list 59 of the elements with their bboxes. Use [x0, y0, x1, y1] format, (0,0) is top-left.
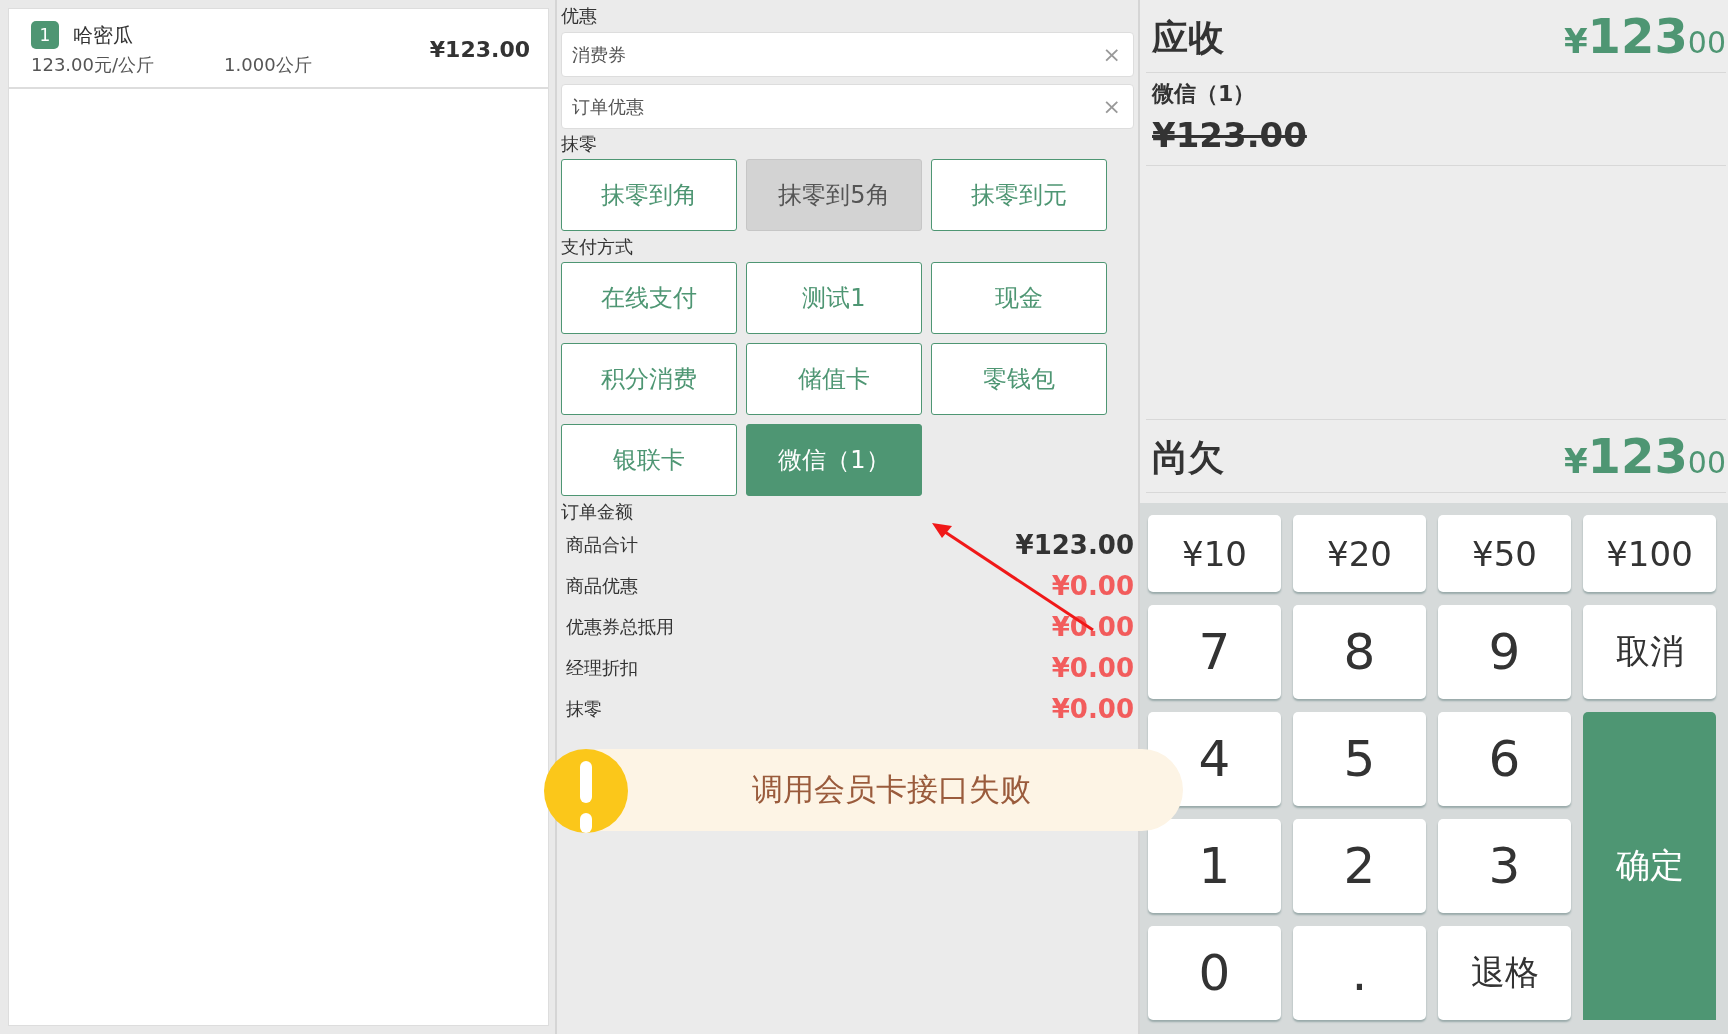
- payment-method-button[interactable]: 零钱包: [931, 343, 1107, 415]
- keypad-key[interactable]: .: [1293, 926, 1426, 1020]
- payment-method-button[interactable]: 储值卡: [746, 343, 922, 415]
- item-index-badge: 1: [31, 21, 59, 49]
- item-quantity: 1.000公斤: [224, 53, 312, 77]
- payment-method-button[interactable]: 现金: [931, 262, 1107, 334]
- item-unit-price: 123.00元/公斤: [31, 53, 155, 77]
- rounding-button[interactable]: 抹零到5角: [746, 159, 922, 231]
- keypad-key[interactable]: ¥10: [1148, 515, 1281, 592]
- summary-value: ¥123.00: [1015, 529, 1134, 560]
- keypad-key[interactable]: ¥50: [1438, 515, 1571, 592]
- payment-method-button[interactable]: 积分消费: [561, 343, 737, 415]
- section-label: 支付方式: [561, 235, 634, 259]
- summary-label: 商品合计: [566, 532, 638, 557]
- keypad-key[interactable]: 7: [1148, 605, 1281, 699]
- keypad-key[interactable]: 取消: [1583, 605, 1716, 699]
- order-item-card[interactable]: 1 哈密瓜 ¥123.00 123.00元/公斤 1.000公斤: [9, 9, 548, 89]
- keypad-key[interactable]: 6: [1438, 712, 1571, 806]
- summary-value: ¥0.00: [1051, 652, 1134, 683]
- amount-decimal: 00: [1687, 25, 1726, 60]
- item-name: 哈密瓜: [73, 21, 134, 49]
- keypad-key[interactable]: 2: [1293, 819, 1426, 913]
- summary-value: ¥0.00: [1051, 611, 1134, 642]
- payment-method-button[interactable]: 测试1: [746, 262, 922, 334]
- keypad-key[interactable]: 1: [1148, 819, 1281, 913]
- amount-integer: 123: [1587, 428, 1688, 484]
- payment-method-button[interactable]: 银联卡: [561, 424, 737, 496]
- toast-message: 调用会员卡接口失败: [752, 770, 1031, 809]
- currency-symbol: ¥: [1563, 21, 1588, 61]
- summary-label: 经理折扣: [566, 655, 638, 680]
- keypad-key[interactable]: 0: [1148, 926, 1281, 1020]
- payment-amount: ¥123.00: [1152, 115, 1307, 155]
- payment-method-button[interactable]: 在线支付: [561, 262, 737, 334]
- amount-label: 尚欠: [1152, 436, 1224, 480]
- rounding-button[interactable]: 抹零到元: [931, 159, 1107, 231]
- amount-decimal: 00: [1687, 445, 1726, 480]
- section-label: 优惠: [561, 4, 598, 28]
- currency-symbol: ¥: [1563, 441, 1588, 481]
- keypad-key[interactable]: 5: [1293, 712, 1426, 806]
- section-label: 抹零: [561, 132, 598, 156]
- summary-label: 商品优惠: [566, 573, 638, 598]
- item-total: ¥123.00: [429, 36, 530, 62]
- summary-label: 优惠券总抵用: [566, 614, 674, 639]
- keypad-key[interactable]: ¥20: [1293, 515, 1426, 592]
- amount-integer: 123: [1587, 8, 1688, 64]
- amount-label: 应收: [1152, 16, 1224, 60]
- confirm-button[interactable]: 确定: [1583, 712, 1716, 1020]
- rounding-button[interactable]: 抹零到角: [561, 159, 737, 231]
- summary-value: ¥0.00: [1051, 570, 1134, 601]
- keypad-key[interactable]: 9: [1438, 605, 1571, 699]
- keypad-key[interactable]: 3: [1438, 819, 1571, 913]
- summary-value: ¥0.00: [1051, 693, 1134, 724]
- summary-label: 抹零: [566, 696, 602, 721]
- keypad-key[interactable]: ¥100: [1583, 515, 1716, 592]
- section-label: 订单金额: [561, 500, 634, 524]
- keypad-key[interactable]: 退格: [1438, 926, 1571, 1020]
- keypad-key[interactable]: 8: [1293, 605, 1426, 699]
- payment-method-button[interactable]: 微信（1）: [746, 424, 922, 496]
- payment-name: 微信（1）: [1152, 80, 1257, 108]
